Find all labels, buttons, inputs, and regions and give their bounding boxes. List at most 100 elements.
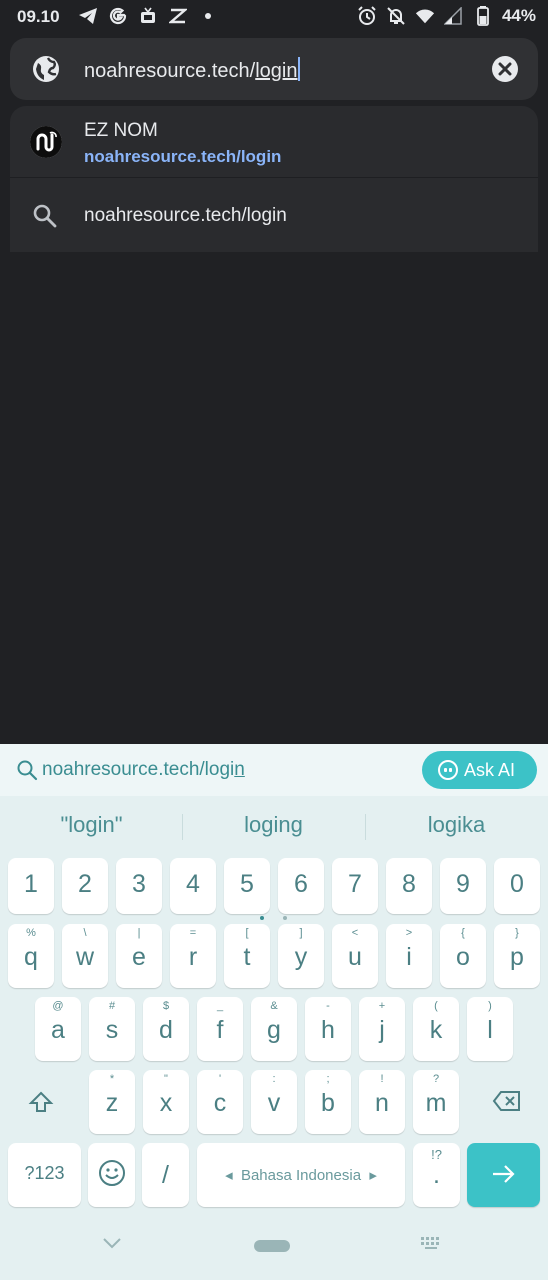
key-a[interactable]: @ a [35,997,81,1061]
keyboard-search-query[interactable]: noahresource.tech/login [42,759,245,781]
key-c[interactable]: ' c [197,1070,243,1134]
suggestion-title: EZ NOM [84,120,158,141]
key-0[interactable]: 0 [494,858,540,914]
system-icons: 44% [357,6,536,26]
period-key[interactable]: !? . [413,1143,460,1207]
key-5[interactable]: 5 [224,858,270,914]
key-v-label: v [267,1089,281,1117]
suggestion-item-bookmark[interactable]: EZ NOM noahresource.tech/login [10,106,538,178]
slash-key[interactable]: / [142,1143,189,1207]
key-i-hint: > [405,927,413,939]
key-k[interactable]: (k [413,997,459,1061]
period-key-hint: !? [431,1147,442,1162]
search-icon [32,203,58,229]
key-f-label: f [216,1016,224,1044]
address-bar[interactable]: noahresource.tech/login [10,38,538,100]
clear-input-icon[interactable] [492,56,518,82]
signal-icon [443,6,464,26]
key-u-hint: < [351,927,359,939]
key-h[interactable]: -h [305,997,351,1061]
shift-icon [8,1090,74,1121]
key-1-label: 1 [24,870,38,898]
key-z-label: z [105,1089,119,1117]
key-z[interactable]: * z [89,1070,135,1134]
key-u[interactable]: < u [332,924,378,988]
key-e-hint: | [137,927,141,939]
arrow-right-icon [467,1163,540,1192]
home-pill[interactable] [254,1240,290,1252]
key-m-hint: ? [432,1073,440,1085]
hide-keyboard-icon[interactable] [102,1236,122,1255]
key-8[interactable]: 8 [386,858,432,914]
key-t-label: t [243,943,251,971]
navigation-bar [0,1222,548,1280]
wifi-icon [415,6,435,26]
key-r-label: r [188,943,198,971]
prediction-3[interactable]: logika [365,812,548,838]
key-r[interactable]: = r [170,924,216,988]
globe-icon [32,55,60,83]
key-x[interactable]: " x [143,1070,189,1134]
key-q[interactable]: % q [8,924,54,988]
keyboard-search-icon[interactable] [16,759,38,781]
alarm-icon [357,6,377,26]
key-g[interactable]: & g [251,997,297,1061]
google-icon [108,6,128,26]
key-b[interactable]: ; b [305,1070,351,1134]
shift-key[interactable] [8,1070,74,1134]
key-7-label: 7 [348,870,362,898]
key-s[interactable]: # s [89,997,135,1061]
key-t[interactable]: [t [224,924,270,988]
key-l[interactable]: ) l [467,997,513,1061]
enter-key[interactable] [467,1143,540,1207]
key-m[interactable]: ? m [413,1070,459,1134]
suggestion-url: noahresource.tech/login [84,147,282,166]
key-i[interactable]: > i [386,924,432,988]
key-3[interactable]: 3 [116,858,162,914]
key-9[interactable]: 9 [440,858,486,914]
emoji-key[interactable] [88,1143,135,1207]
key-y[interactable]: ] y [278,924,324,988]
keyboard-switcher-icon[interactable] [420,1236,442,1255]
key-d[interactable]: $ d [143,997,189,1061]
key-e-label: e [132,943,146,971]
slash-key-label: / [162,1161,169,1189]
space-key[interactable]: ◂ Bahasa Indonesia ▸ [197,1143,405,1207]
backspace-key[interactable] [474,1070,540,1134]
key-j-label: j [379,1016,385,1044]
key-o[interactable]: {o [440,924,486,988]
keyboard-search-query-prefix: noahresource.tech/logi [42,759,235,780]
key-p[interactable]: } p [494,924,540,988]
key-9-label: 9 [456,870,470,898]
key-l-label: l [487,1016,493,1044]
key-g-label: g [267,1016,281,1044]
suggestion-list: EZ NOM noahresource.tech/login noahresou… [10,106,538,252]
key-b-hint: ; [326,1073,330,1085]
symbols-key[interactable]: ?123 [8,1143,81,1207]
more-notifications-dot-icon [198,6,218,26]
key-4[interactable]: 4 [170,858,216,914]
key-j-hint: + [378,1000,386,1012]
key-w[interactable]: \ w [62,924,108,988]
ask-ai-label: Ask AI [464,759,516,780]
address-input[interactable]: noahresource.tech/login [84,57,300,83]
key-v-hint: : [272,1073,276,1085]
key-v[interactable]: :v [251,1070,297,1134]
ask-ai-button[interactable]: Ask AI [422,751,537,789]
key-h-label: h [321,1016,335,1044]
key-j[interactable]: + j [359,997,405,1061]
key-n[interactable]: ! n [359,1070,405,1134]
key-e[interactable]: | e [116,924,162,988]
notifications-off-icon [386,6,406,26]
suggestion-item-search[interactable]: noahresource.tech/login [10,179,538,252]
prediction-2[interactable]: loging [182,812,365,838]
key-b-label: b [321,1089,335,1117]
key-f[interactable]: _ f [197,997,243,1061]
prediction-1[interactable]: "login" [0,812,183,838]
key-6[interactable]: 6 [278,858,324,914]
key-7[interactable]: 7 [332,858,378,914]
key-l-hint: ) [488,1000,492,1012]
key-y-hint: ] [299,927,303,939]
key-1[interactable]: 1 [8,858,54,914]
key-2[interactable]: 2 [62,858,108,914]
